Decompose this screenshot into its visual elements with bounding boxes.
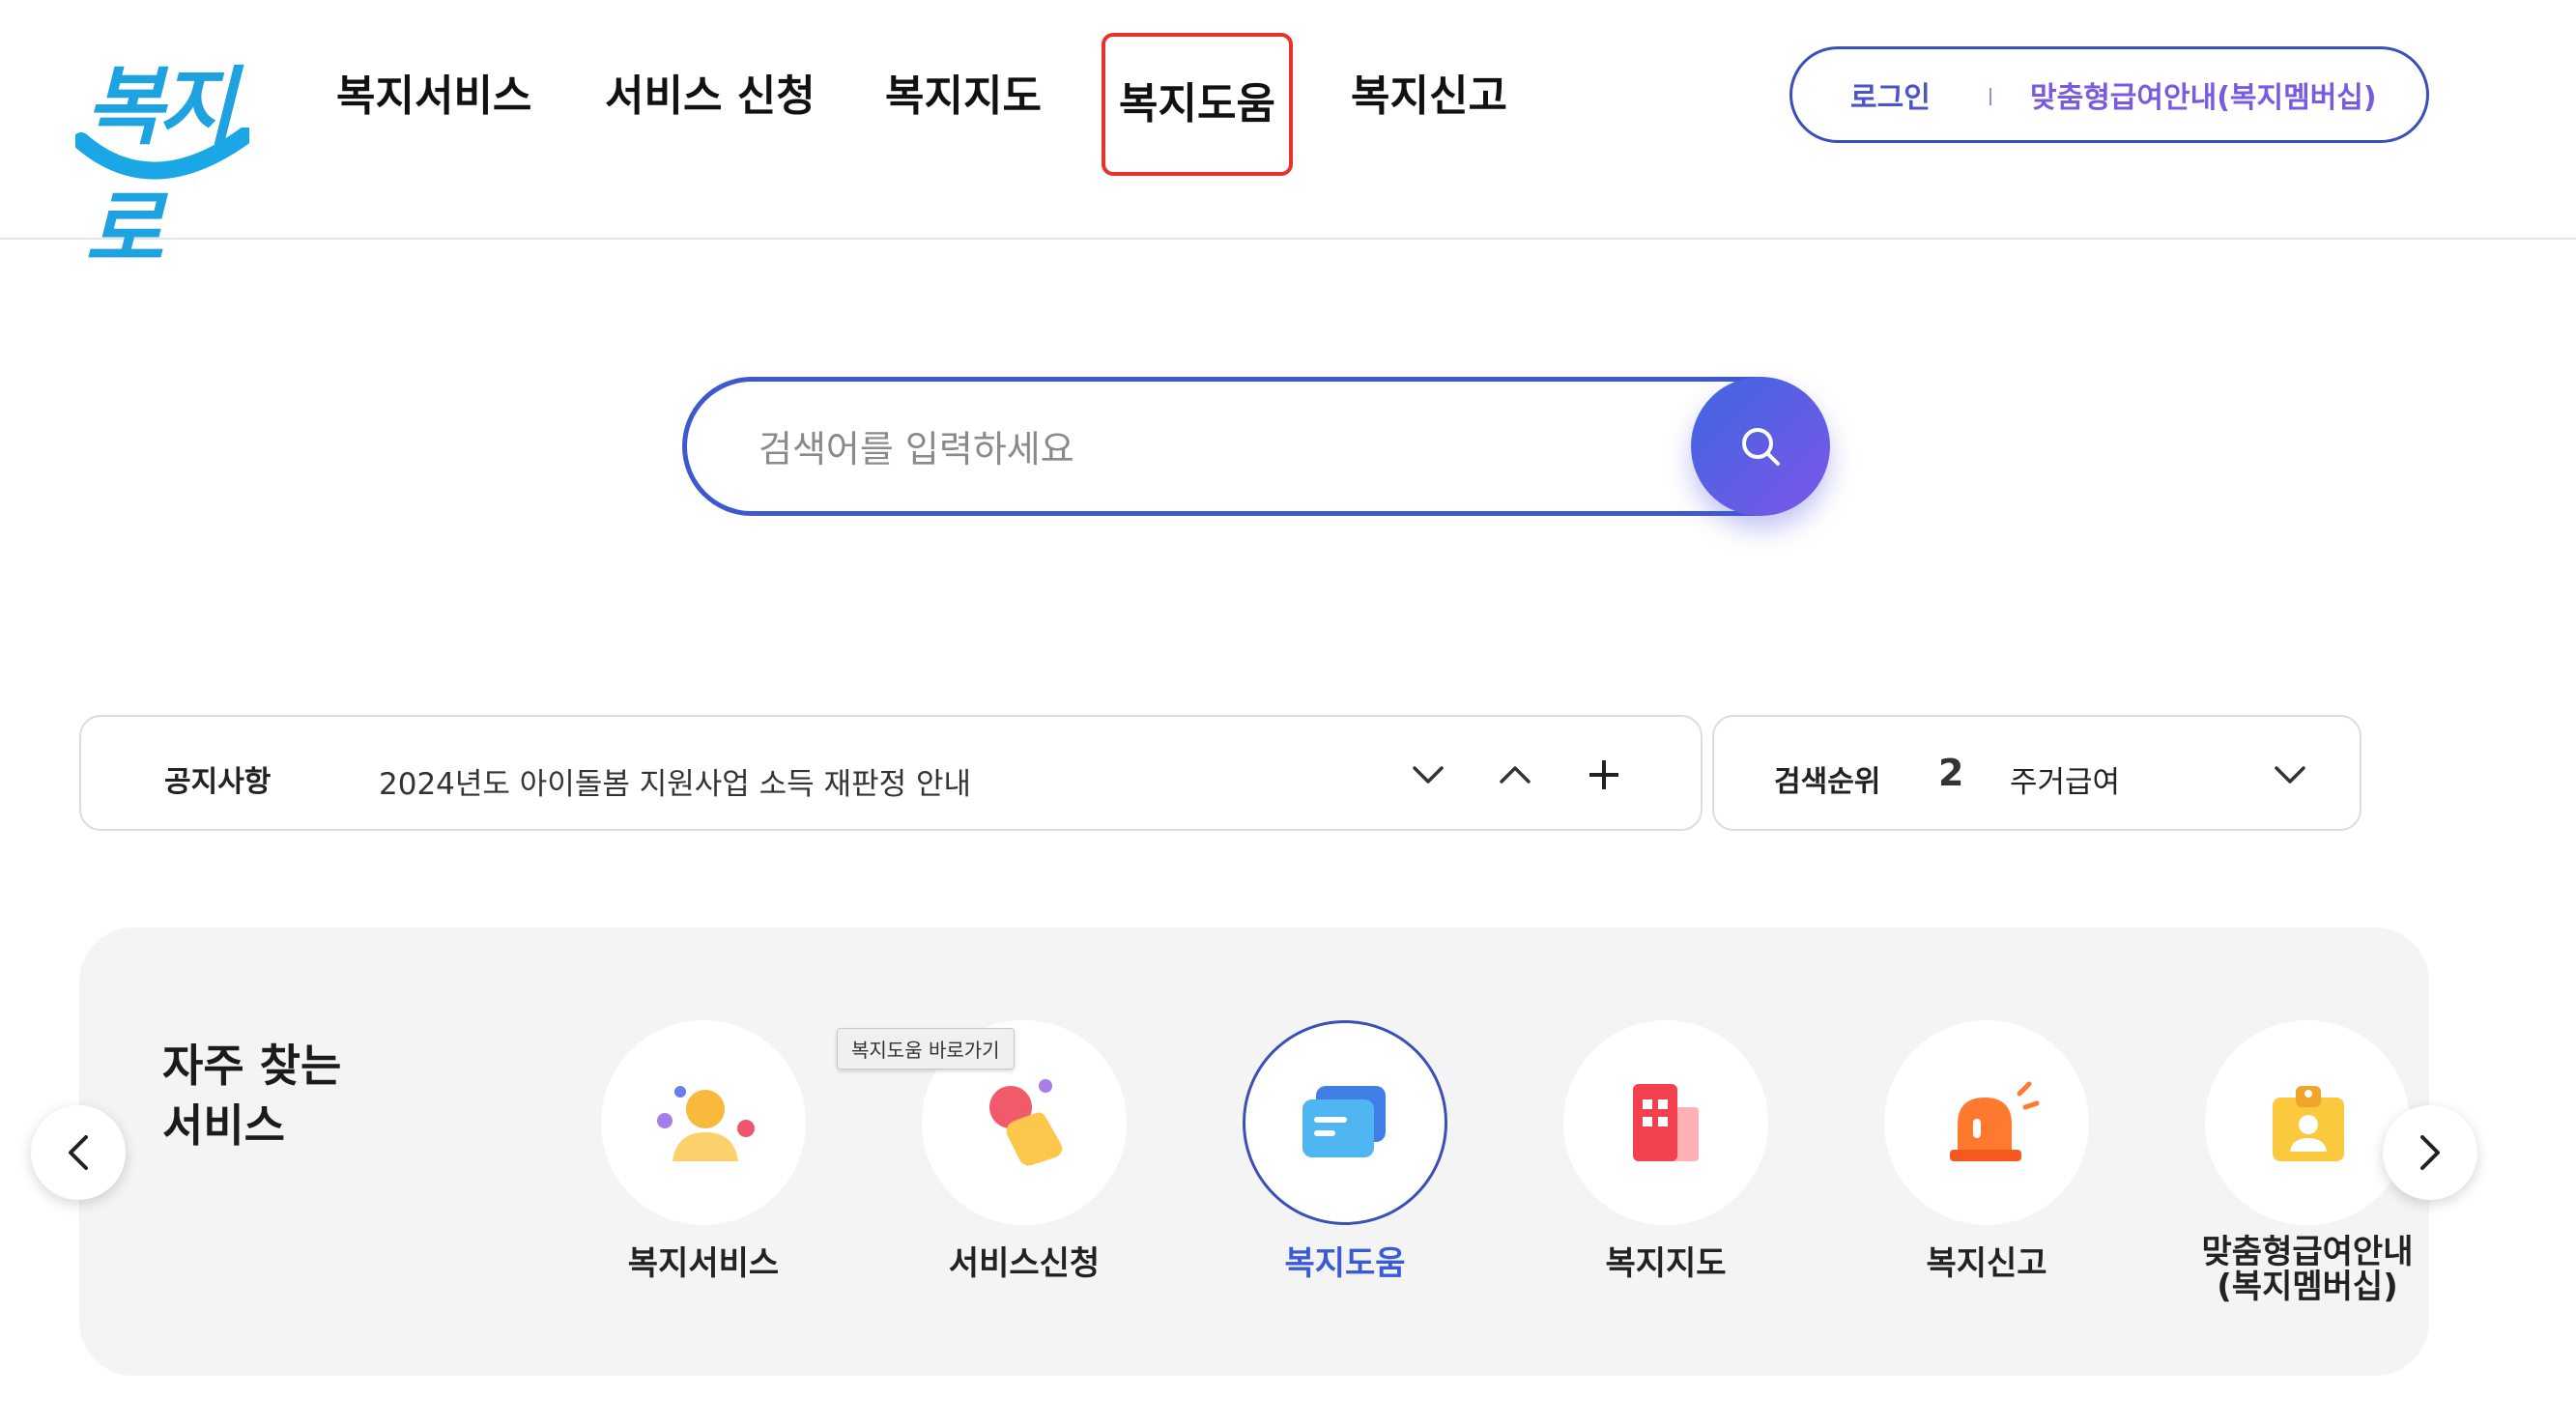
quick-menu-next-button[interactable] [2383, 1105, 2477, 1200]
search-rank-toggle[interactable] [2261, 746, 2319, 804]
search-icon [1742, 428, 1780, 466]
hand-tap-icon [989, 1079, 1063, 1166]
chevron-up-icon [1500, 766, 1531, 784]
util-divider [1989, 88, 1991, 105]
building-map-icon [1633, 1084, 1699, 1161]
gnb-service-apply[interactable]: 서비스 신청 [605, 60, 816, 133]
id-card-icon [2273, 1086, 2344, 1161]
quick-item-circle [601, 1020, 806, 1225]
util-menu: 로그인 맞춤형급여안내(복지멤버십) [1789, 46, 2429, 143]
search-button[interactable] [1691, 377, 1830, 516]
quick-item-label: 맞춤형급여안내 (복지멤버십) [2162, 1235, 2452, 1304]
quick-item-service-apply[interactable]: 서비스신청 [879, 1020, 1169, 1349]
search-rank-label: 검색순위 [1774, 765, 1881, 799]
search-box [682, 377, 1826, 516]
notice-text[interactable]: 2024년도 아이돌봄 지원사업 소득 재판정 안내 [379, 759, 971, 803]
quick-item-circle [1563, 1020, 1768, 1225]
quick-menu: 자주 찾는 서비스 복지서비스 서비스신청 복지도움 복지지도 복지신고 맞춤형… [79, 927, 2429, 1376]
gnb-welfare-report[interactable]: 복지신고 [1351, 60, 1507, 133]
quick-item-label: 복지신고 [1926, 1244, 2047, 1283]
quick-item-welfare-report[interactable]: 복지신고 [1842, 1020, 2132, 1349]
quick-item-label: 복지서비스 [627, 1244, 780, 1283]
notice-label: 공지사항 [164, 765, 272, 799]
quick-menu-title-line2: 서비스 [162, 1099, 285, 1152]
quick-item-label-line1: 맞춤형급여안내 [2201, 1233, 2414, 1271]
notice-more-button[interactable] [1575, 746, 1633, 804]
quick-item-label: 복지지도 [1605, 1244, 1727, 1283]
notice-next-button[interactable] [1399, 746, 1457, 804]
quick-item-label: 복지도움 [1284, 1244, 1406, 1283]
quick-item-circle [2205, 1020, 2410, 1225]
plus-icon [1589, 760, 1618, 789]
notice-bar: 공지사항 2024년도 아이돌봄 지원사업 소득 재판정 안내 [79, 715, 1703, 831]
header: 복지로 복지서비스 서비스 신청 복지지도 복지도움 복지신고 로그인 맞춤형급… [0, 0, 2576, 279]
search-bar [682, 377, 1830, 516]
search-rank-number: 2 [1938, 752, 1964, 794]
gnb-welfare-help[interactable]: 복지도움 [1102, 33, 1293, 176]
quick-item-circle [1884, 1020, 2089, 1225]
quick-item-circle [1243, 1020, 1447, 1225]
chevron-down-icon [2275, 766, 2305, 784]
logo[interactable]: 복지로 [75, 39, 259, 279]
quick-menu-title-line1: 자주 찾는 [162, 1040, 342, 1092]
chevron-right-icon [2420, 1135, 2440, 1170]
notice-prev-button[interactable] [1486, 746, 1544, 804]
quick-item-label: 서비스신청 [948, 1244, 1101, 1283]
quick-item-tooltip: 복지도움 바로가기 [837, 1028, 1015, 1070]
quick-item-label-line2: (복지멤버십) [2217, 1268, 2398, 1306]
search-input[interactable] [758, 420, 1628, 478]
quick-menu-prev-button[interactable] [31, 1105, 126, 1200]
quick-item-welfare-service[interactable]: 복지서비스 [558, 1020, 848, 1349]
quick-item-welfare-map[interactable]: 복지지도 [1521, 1020, 1811, 1349]
quick-item-welfare-help[interactable]: 복지도움 [1200, 1020, 1490, 1349]
login-link[interactable]: 로그인 [1850, 73, 1931, 116]
gnb-welfare-map[interactable]: 복지지도 [885, 60, 1042, 133]
chevron-left-icon [69, 1135, 88, 1170]
chevron-down-icon [1413, 766, 1444, 784]
gnb-welfare-service[interactable]: 복지서비스 [336, 60, 531, 133]
search-rank-keyword[interactable]: 주거급여 [2010, 757, 2120, 801]
siren-icon [1950, 1081, 2040, 1161]
person-icon [657, 1086, 755, 1161]
chat-bubble-icon [1302, 1086, 1386, 1157]
quick-menu-title: 자주 찾는 서비스 [162, 1036, 341, 1155]
membership-guide-link[interactable]: 맞춤형급여안내(복지멤버십) [2030, 73, 2377, 116]
search-rank-bar: 검색순위 2 주거급여 [1712, 715, 2361, 831]
logo-smile-icon [75, 128, 249, 180]
